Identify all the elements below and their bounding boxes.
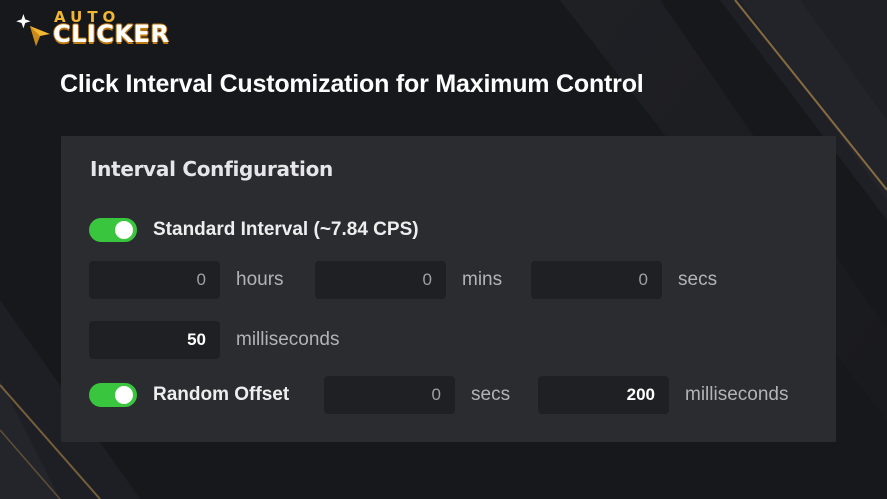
seconds-label: secs	[678, 269, 718, 290]
page-headline: Click Interval Customization for Maximum…	[60, 70, 644, 98]
minutes-label: mins	[462, 269, 503, 290]
toggle-knob	[115, 221, 133, 239]
random-seconds-label: secs	[471, 384, 511, 405]
random-offset-toggle[interactable]	[89, 383, 137, 407]
random-offset-label: Random Offset	[153, 384, 290, 405]
time-fields-row: 0 hours 0 mins 0 secs	[89, 261, 717, 299]
app-logo: AUTO CLICKER	[16, 6, 186, 48]
standard-interval-toggle[interactable]	[89, 218, 137, 242]
hours-input[interactable]: 0	[89, 261, 220, 299]
interval-configuration-panel: Interval Configuration Standard Interval…	[61, 136, 836, 442]
standard-interval-row: Standard Interval (~7.84 CPS)	[89, 218, 419, 242]
milliseconds-label: milliseconds	[236, 329, 340, 350]
sparkle-star-icon	[16, 14, 50, 46]
toggle-knob	[115, 386, 133, 404]
random-milliseconds-input[interactable]: 200	[538, 376, 669, 414]
minutes-input[interactable]: 0	[315, 261, 446, 299]
standard-interval-label: Standard Interval (~7.84 CPS)	[153, 219, 419, 240]
seconds-input[interactable]: 0	[531, 261, 662, 299]
panel-title: Interval Configuration	[90, 157, 333, 181]
random-milliseconds-label: milliseconds	[685, 384, 789, 405]
logo-text-bottom: CLICKER	[53, 20, 170, 48]
milliseconds-row: 50 milliseconds	[89, 321, 339, 359]
hours-label: hours	[236, 269, 284, 290]
milliseconds-input[interactable]: 50	[89, 321, 220, 359]
random-offset-row: Random Offset 0 secs 200 milliseconds	[89, 376, 788, 414]
random-seconds-input[interactable]: 0	[324, 376, 455, 414]
